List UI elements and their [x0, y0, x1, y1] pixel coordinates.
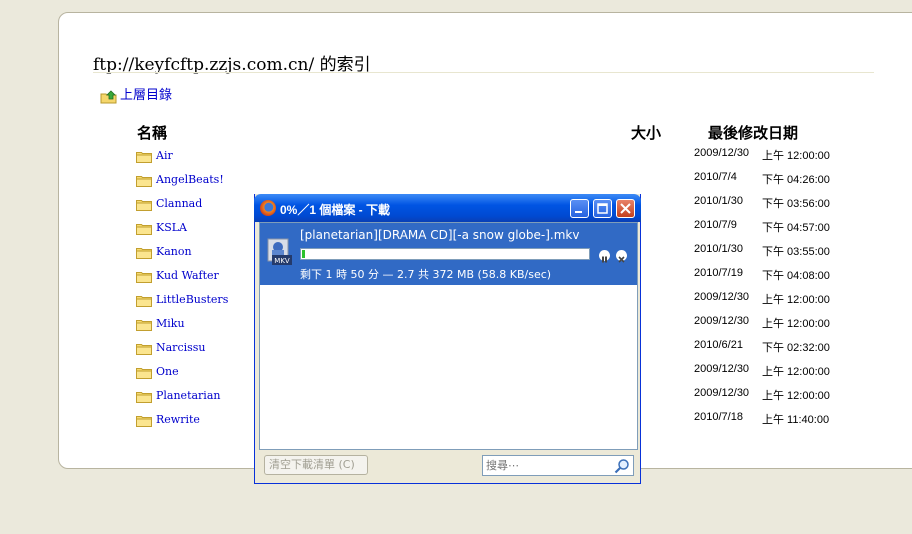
folder-link[interactable]: Planetarian — [156, 389, 220, 402]
clear-list-button[interactable]: 清空下載清單 (C) — [264, 455, 368, 475]
folder-link[interactable]: KSLA — [156, 221, 187, 234]
downloads-title: 0%／1 個檔案 - 下載 — [280, 203, 391, 217]
cancel-download-icon[interactable] — [616, 250, 627, 263]
download-progress-bar — [300, 248, 590, 260]
folder-link[interactable]: Rewrite — [156, 413, 200, 426]
column-header-name: 名稱 — [137, 125, 168, 142]
folder-link[interactable]: Kud Wafter — [156, 269, 219, 282]
modified-time: 下午 04:26:00 — [762, 174, 830, 186]
modified-date: 2010/7/18 — [694, 411, 743, 423]
folder-icon[interactable] — [136, 316, 152, 331]
folder-link[interactable]: Air — [156, 149, 173, 162]
modified-time: 上午 12:00:00 — [762, 366, 830, 378]
firefox-icon — [260, 200, 276, 216]
search-icon[interactable] — [614, 458, 630, 474]
mkv-label: MKV — [274, 257, 290, 265]
modified-date: 2010/7/19 — [694, 267, 743, 279]
minimize-icon — [575, 211, 582, 213]
column-header-size: 大小 — [631, 125, 662, 142]
folder-link[interactable]: One — [156, 365, 179, 378]
download-search-box[interactable] — [482, 455, 634, 476]
modified-date: 2010/6/21 — [694, 339, 743, 351]
folder-link[interactable]: LittleBusters — [156, 293, 228, 306]
maximize-icon — [597, 203, 608, 214]
folder-icon[interactable] — [136, 148, 152, 163]
download-status: 剩下 1 時 50 分 — 2.7 共 372 MB (58.8 KB/sec) — [300, 268, 552, 281]
modified-time: 下午 02:32:00 — [762, 342, 830, 354]
modified-time: 上午 12:00:00 — [762, 390, 830, 402]
modified-time: 下午 03:55:00 — [762, 246, 830, 258]
video-file-icon: MKV — [266, 237, 294, 267]
close-button[interactable] — [616, 199, 635, 218]
folder-link[interactable]: Miku — [156, 317, 185, 330]
folder-icon[interactable] — [136, 196, 152, 211]
folder-icon[interactable] — [136, 340, 152, 355]
parent-directory-label: 上層目錄 — [120, 87, 173, 102]
directory-row: AngelBeats! 2010/7/4 下午 04:26:00 — [136, 171, 856, 191]
modified-date: 2010/7/9 — [694, 219, 737, 231]
modified-time: 下午 03:56:00 — [762, 198, 830, 210]
download-filename: [planetarian][DRAMA CD][-a snow globe-].… — [300, 228, 580, 242]
minimize-button[interactable] — [570, 199, 589, 218]
modified-date: 2009/12/30 — [694, 387, 750, 399]
folder-link[interactable]: Narcissu — [156, 341, 206, 354]
downloads-list: MKV [planetarian][DRAMA CD][-a snow glob… — [259, 222, 638, 450]
folder-icon[interactable] — [136, 244, 152, 259]
folder-up-icon — [100, 89, 118, 104]
modified-date: 2010/1/30 — [694, 195, 743, 207]
downloads-titlebar[interactable]: 0%／1 個檔案 - 下載 — [254, 194, 641, 222]
modified-date: 2009/12/30 — [694, 291, 750, 303]
title-divider — [93, 72, 874, 73]
folder-icon[interactable] — [136, 388, 152, 403]
folder-icon[interactable] — [136, 172, 152, 187]
close-icon — [620, 203, 631, 214]
pause-icon[interactable] — [599, 250, 610, 263]
download-search-input[interactable] — [486, 457, 606, 473]
folder-link[interactable]: AngelBeats! — [156, 173, 224, 186]
folder-link[interactable]: Kanon — [156, 245, 192, 258]
download-item[interactable]: MKV [planetarian][DRAMA CD][-a snow glob… — [260, 223, 637, 285]
download-progress-fill — [302, 250, 305, 258]
modified-time: 上午 12:00:00 — [762, 318, 830, 330]
parent-directory-link[interactable]: 上層目錄 — [100, 84, 173, 104]
folder-icon[interactable] — [136, 268, 152, 283]
downloads-window: 0%／1 個檔案 - 下載 MKV [planetarian][DRAMA CD… — [254, 194, 641, 484]
modified-time: 下午 04:57:00 — [762, 222, 830, 234]
folder-icon[interactable] — [136, 220, 152, 235]
modified-time: 上午 12:00:00 — [762, 294, 830, 306]
modified-time: 上午 11:40:00 — [762, 414, 830, 426]
modified-time: 上午 12:00:00 — [762, 150, 830, 162]
directory-row: Air 2009/12/30 上午 12:00:00 — [136, 147, 856, 167]
folder-link[interactable]: Clannad — [156, 197, 202, 210]
maximize-button[interactable] — [593, 199, 612, 218]
modified-date: 2010/1/30 — [694, 243, 743, 255]
folder-icon[interactable] — [136, 412, 152, 427]
folder-icon[interactable] — [136, 292, 152, 307]
modified-date: 2009/12/30 — [694, 363, 750, 375]
folder-icon[interactable] — [136, 364, 152, 379]
modified-date: 2009/12/30 — [694, 315, 750, 327]
column-header-modified: 最後修改日期 — [708, 125, 799, 142]
modified-time: 下午 04:08:00 — [762, 270, 830, 282]
modified-date: 2009/12/30 — [694, 147, 750, 159]
modified-date: 2010/7/4 — [694, 171, 737, 183]
